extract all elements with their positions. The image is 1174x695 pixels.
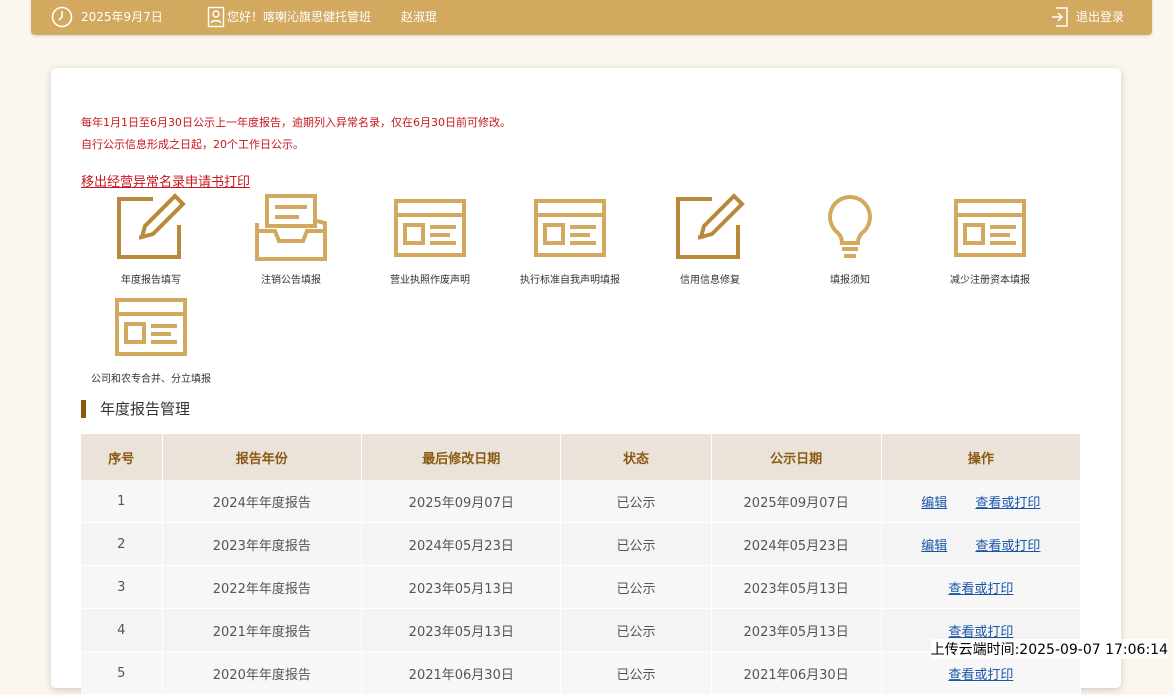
view-print-link[interactable]: 查看或打印 bbox=[948, 625, 1013, 640]
form-icon bbox=[360, 192, 500, 264]
cell-year: 2022年年度报告 bbox=[162, 565, 363, 609]
col-header: 操作 bbox=[881, 434, 1082, 480]
col-header: 最后修改日期 bbox=[361, 434, 562, 480]
cell-year: 2024年年度报告 bbox=[162, 480, 363, 523]
notice-line-1: 每年1月1日至6月30日公示上一年度报告，逾期列入异常名录，仅在6月30日前可修… bbox=[81, 116, 511, 129]
view-print-link[interactable]: 查看或打印 bbox=[975, 496, 1040, 511]
cell-status: 已公示 bbox=[560, 565, 712, 609]
cell-year: 2020年年度报告 bbox=[162, 651, 363, 695]
date-text: 2025年9月7日 bbox=[81, 10, 163, 24]
cell-modified: 2024年05月23日 bbox=[361, 522, 562, 566]
cell-year: 2021年年度报告 bbox=[162, 608, 363, 652]
cell-published: 2025年09月07日 bbox=[711, 480, 882, 523]
tile-instructions[interactable]: 填报须知 bbox=[780, 192, 920, 286]
cell-published: 2023年05月13日 bbox=[711, 608, 882, 652]
tile-annual-report[interactable]: 年度报告填写 bbox=[81, 192, 221, 286]
cell-status: 已公示 bbox=[560, 480, 712, 523]
table-row: 1 2024年年度报告 2025年09月07日 已公示 2025年09月07日 … bbox=[81, 480, 1082, 523]
remove-abnormal-print-link[interactable]: 移出经营异常名录申请书打印 bbox=[81, 171, 250, 190]
logout-button[interactable]: 退出登录 bbox=[1050, 0, 1124, 33]
greeting: 您好！喀喇沁旗思健托管班 bbox=[207, 0, 371, 33]
lightbulb-icon bbox=[780, 192, 920, 264]
tile-label: 填报须知 bbox=[830, 275, 870, 286]
view-print-link[interactable]: 查看或打印 bbox=[948, 668, 1013, 683]
edit-link[interactable]: 编辑 bbox=[921, 496, 947, 511]
view-print-link[interactable]: 查看或打印 bbox=[948, 582, 1013, 597]
col-header: 序号 bbox=[81, 434, 163, 480]
edit-icon bbox=[640, 192, 780, 264]
table-header-row: 序号 报告年份 最后修改日期 状态 公示日期 操作 bbox=[81, 434, 1082, 480]
cell-modified: 2023年05月13日 bbox=[361, 565, 562, 609]
notice-line-2: 自行公示信息形成之日起，20个工作日公示。 bbox=[81, 138, 304, 151]
tile-merger-split[interactable]: 公司和农专合并、分立填报 bbox=[81, 291, 221, 385]
greeting-text: 您好！喀喇沁旗思健托管班 bbox=[227, 10, 372, 24]
cell-status: 已公示 bbox=[560, 651, 712, 695]
main-card: 每年1月1日至6月30日公示上一年度报告，逾期列入异常名录，仅在6月30日前可修… bbox=[51, 68, 1121, 695]
cell-actions: 查看或打印 bbox=[881, 565, 1082, 609]
section-title: 年度报告管理 bbox=[81, 400, 190, 418]
top-bar: 2025年9月7日 您好！喀喇沁旗思健托管班 赵淑琨 退出登录 bbox=[31, 0, 1152, 35]
inbox-icon bbox=[221, 192, 361, 264]
col-header: 公示日期 bbox=[711, 434, 882, 480]
cell-year: 2023年年度报告 bbox=[162, 522, 363, 566]
date-display: 2025年9月7日 bbox=[51, 0, 163, 33]
tile-capital-reduction[interactable]: 减少注册资本填报 bbox=[920, 192, 1060, 286]
view-print-link[interactable]: 查看或打印 bbox=[975, 539, 1040, 554]
user-card-icon bbox=[207, 6, 225, 28]
cell-no: 1 bbox=[81, 480, 163, 523]
table-row: 3 2022年年度报告 2023年05月13日 已公示 2023年05月13日 … bbox=[81, 565, 1082, 609]
cell-modified: 2023年05月13日 bbox=[361, 608, 562, 652]
cell-no: 3 bbox=[81, 565, 163, 609]
form-icon bbox=[81, 291, 221, 363]
cell-no: 4 bbox=[81, 608, 163, 652]
edit-link[interactable]: 编辑 bbox=[921, 539, 947, 554]
cell-actions: 编辑 查看或打印 bbox=[881, 480, 1082, 523]
logout-icon bbox=[1050, 6, 1070, 28]
form-icon bbox=[920, 192, 1060, 264]
cell-modified: 2021年06月30日 bbox=[361, 651, 562, 695]
table-row: 2 2023年年度报告 2024年05月23日 已公示 2024年05月23日 … bbox=[81, 522, 1082, 566]
user-name: 赵淑琨 bbox=[401, 10, 438, 24]
cell-published: 2024年05月23日 bbox=[711, 522, 882, 566]
col-header: 报告年份 bbox=[162, 434, 363, 480]
cell-status: 已公示 bbox=[560, 522, 712, 566]
cell-modified: 2025年09月07日 bbox=[361, 480, 562, 523]
tile-deregistration[interactable]: 注销公告填报 bbox=[221, 192, 361, 286]
tile-license-void[interactable]: 营业执照作废声明 bbox=[360, 192, 500, 286]
cell-no: 5 bbox=[81, 651, 163, 695]
upload-time-overlay: 上传云端时间:2025-09-07 17:06:14 bbox=[930, 639, 1168, 659]
cell-status: 已公示 bbox=[560, 608, 712, 652]
form-icon bbox=[500, 192, 640, 264]
cell-no: 2 bbox=[81, 522, 163, 566]
clock-icon bbox=[51, 6, 73, 28]
tile-standard-declaration[interactable]: 执行标准自我声明填报 bbox=[500, 192, 640, 286]
tile-label: 营业执照作废声明 bbox=[390, 275, 470, 286]
cell-published: 2023年05月13日 bbox=[711, 565, 882, 609]
tile-label: 注销公告填报 bbox=[261, 275, 321, 286]
col-header: 状态 bbox=[560, 434, 712, 480]
tile-label: 执行标准自我声明填报 bbox=[520, 275, 620, 286]
edit-icon bbox=[81, 192, 221, 264]
logout-label: 退出登录 bbox=[1075, 10, 1124, 24]
cell-published: 2021年06月30日 bbox=[711, 651, 882, 695]
tile-credit-repair[interactable]: 信用信息修复 bbox=[640, 192, 780, 286]
tile-label: 减少注册资本填报 bbox=[950, 275, 1030, 286]
cell-actions: 编辑 查看或打印 bbox=[881, 522, 1082, 566]
tile-label: 公司和农专合并、分立填报 bbox=[91, 374, 211, 385]
tile-label: 信用信息修复 bbox=[680, 275, 740, 286]
tile-label: 年度报告填写 bbox=[121, 275, 181, 286]
